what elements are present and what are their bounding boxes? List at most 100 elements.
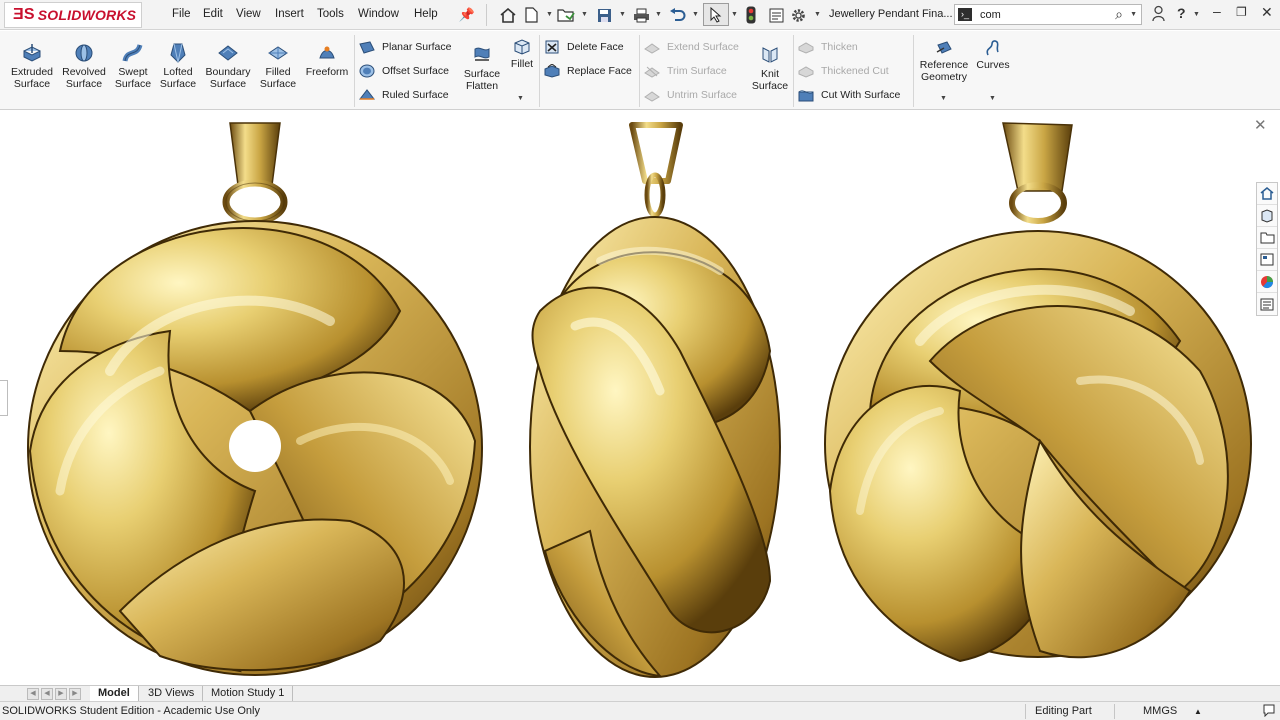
revolved-label-1: Revolved	[62, 66, 106, 78]
view-palette-icon[interactable]	[1257, 249, 1277, 271]
thickened-cut-button[interactable]: Thickened Cut	[798, 64, 889, 78]
options-gear-icon[interactable]	[789, 6, 807, 24]
reference-label-2: Geometry	[920, 71, 968, 83]
tab-motion-study[interactable]: Motion Study 1	[203, 686, 294, 702]
search-box[interactable]: ›_ com ⌕ ▼	[954, 4, 1142, 25]
chevron-down-icon[interactable]: ▼	[546, 11, 553, 18]
lofted-label-2: Surface	[159, 78, 197, 90]
close-window-icon[interactable]: ✕	[1261, 4, 1273, 21]
last-tab-icon[interactable]: ▶	[69, 688, 81, 700]
solidworks-logo[interactable]: ƎS SOLIDWORKS	[4, 2, 142, 28]
save-icon[interactable]	[595, 6, 613, 24]
custom-properties-icon[interactable]	[1257, 293, 1277, 315]
menu-view[interactable]: View	[236, 8, 261, 20]
ribbon-divider	[639, 35, 640, 107]
help-question-icon[interactable]: ?	[1177, 5, 1186, 21]
file-properties-icon[interactable]	[767, 6, 785, 24]
menu-file[interactable]: File	[172, 8, 191, 20]
document-title: Jewellery Pendant Fina...	[829, 8, 953, 20]
ruled-surface-button[interactable]: Ruled Surface	[359, 88, 449, 102]
next-tab-icon[interactable]: ▶	[55, 688, 67, 700]
fillet-button[interactable]: Fillet	[507, 38, 537, 70]
extend-surface-button[interactable]: Extend Surface	[644, 40, 739, 54]
menu-insert[interactable]: Insert	[275, 8, 304, 20]
solidworks-resources-icon[interactable]	[1257, 183, 1277, 205]
tab-3d-views[interactable]: 3D Views	[140, 686, 204, 702]
file-explorer-icon[interactable]	[1257, 227, 1277, 249]
menu-edit[interactable]: Edit	[203, 8, 223, 20]
surface-flatten-button[interactable]: Surface Flatten	[461, 45, 503, 92]
swept-surface-icon	[122, 43, 144, 63]
lofted-surface-icon	[167, 43, 189, 63]
untrim-surface-button[interactable]: Untrim Surface	[644, 88, 737, 102]
flatten-label-1: Surface	[463, 68, 501, 80]
pendant-angled-view	[824, 122, 1252, 663]
first-tab-icon[interactable]: ◀	[27, 688, 39, 700]
close-graphics-icon[interactable]: ✕	[1254, 116, 1267, 134]
chevron-down-icon[interactable]: ▼	[731, 11, 738, 18]
minimize-icon[interactable]: –	[1213, 3, 1221, 19]
open-folder-icon[interactable]	[557, 6, 575, 24]
chevron-up-icon[interactable]: ▲	[1194, 707, 1202, 716]
delete-face-icon	[544, 40, 560, 54]
cut-with-surface-button[interactable]: Cut With Surface	[798, 88, 900, 102]
reference-geometry-button[interactable]: Reference Geometry	[917, 39, 971, 83]
editing-mode-text: Editing Part	[1035, 705, 1092, 717]
extruded-surface-button[interactable]: Extruded Surface	[7, 43, 57, 90]
menu-tools[interactable]: Tools	[317, 8, 344, 20]
restore-icon[interactable]: ❐	[1236, 5, 1247, 19]
chevron-down-icon[interactable]: ▼	[619, 11, 626, 18]
untrim-surface-label: Untrim Surface	[667, 89, 738, 101]
swept-surface-button[interactable]: Swept Surface	[112, 43, 154, 90]
design-library-icon[interactable]	[1257, 205, 1277, 227]
reference-label-1: Reference	[919, 59, 969, 71]
menu-help[interactable]: Help	[414, 8, 438, 20]
select-tool-button[interactable]	[703, 3, 729, 26]
planar-surface-icon	[359, 40, 375, 54]
chevron-down-icon[interactable]: ▼	[1193, 11, 1200, 18]
user-icon[interactable]	[1152, 5, 1165, 25]
planar-surface-button[interactable]: Planar Surface	[359, 40, 451, 54]
filled-surface-button[interactable]: Filled Surface	[257, 43, 299, 90]
chevron-down-icon[interactable]: ▼	[655, 11, 662, 18]
replace-face-button[interactable]: Replace Face	[544, 64, 632, 78]
offset-surface-button[interactable]: Offset Surface	[359, 64, 449, 78]
units-text[interactable]: MMGS	[1143, 705, 1177, 717]
prev-tab-icon[interactable]: ◀	[41, 688, 53, 700]
chevron-down-icon[interactable]: ▼	[581, 11, 588, 18]
chevron-down-icon[interactable]: ▼	[692, 11, 699, 18]
graphics-area[interactable]	[0, 111, 1280, 685]
quick-tips-icon[interactable]	[1262, 703, 1276, 720]
freeform-button[interactable]: Freeform	[303, 43, 351, 78]
knit-surface-button[interactable]: Knit Surface	[750, 45, 790, 92]
extend-surface-icon	[644, 40, 660, 54]
offset-surface-label: Offset Surface	[382, 65, 449, 77]
tab-model[interactable]: Model	[90, 686, 139, 702]
chevron-down-icon[interactable]: ▼	[940, 95, 947, 102]
lofted-surface-button[interactable]: Lofted Surface	[157, 43, 199, 90]
thicken-button[interactable]: Thicken	[798, 40, 858, 54]
rebuild-icon[interactable]	[742, 6, 760, 24]
curves-button[interactable]: Curves	[975, 39, 1011, 71]
chevron-down-icon[interactable]: ▼	[814, 11, 821, 18]
pin-icon[interactable]: 📌	[458, 6, 476, 24]
revolved-surface-button[interactable]: Revolved Surface	[60, 43, 108, 90]
undo-icon[interactable]	[668, 6, 686, 24]
search-icon[interactable]: ⌕	[1115, 6, 1123, 23]
search-input[interactable]: com	[980, 9, 1001, 21]
home-icon[interactable]	[499, 6, 517, 24]
menu-window[interactable]: Window	[358, 8, 399, 20]
new-document-icon[interactable]	[522, 6, 540, 24]
command-search-icon[interactable]: ›_	[958, 8, 972, 21]
chevron-down-icon[interactable]: ▼	[517, 95, 524, 102]
filled-surface-icon	[267, 43, 289, 63]
delete-face-button[interactable]: Delete Face	[544, 40, 624, 54]
feature-manager-toggle[interactable]	[0, 380, 8, 416]
chevron-down-icon[interactable]: ▼	[989, 95, 996, 102]
trim-surface-button[interactable]: Trim Surface	[644, 64, 727, 78]
print-icon[interactable]	[632, 6, 650, 24]
pendant-front-view	[27, 122, 483, 676]
chevron-down-icon[interactable]: ▼	[1130, 11, 1137, 18]
appearances-icon[interactable]	[1257, 271, 1277, 293]
boundary-surface-button[interactable]: Boundary Surface	[203, 43, 253, 90]
